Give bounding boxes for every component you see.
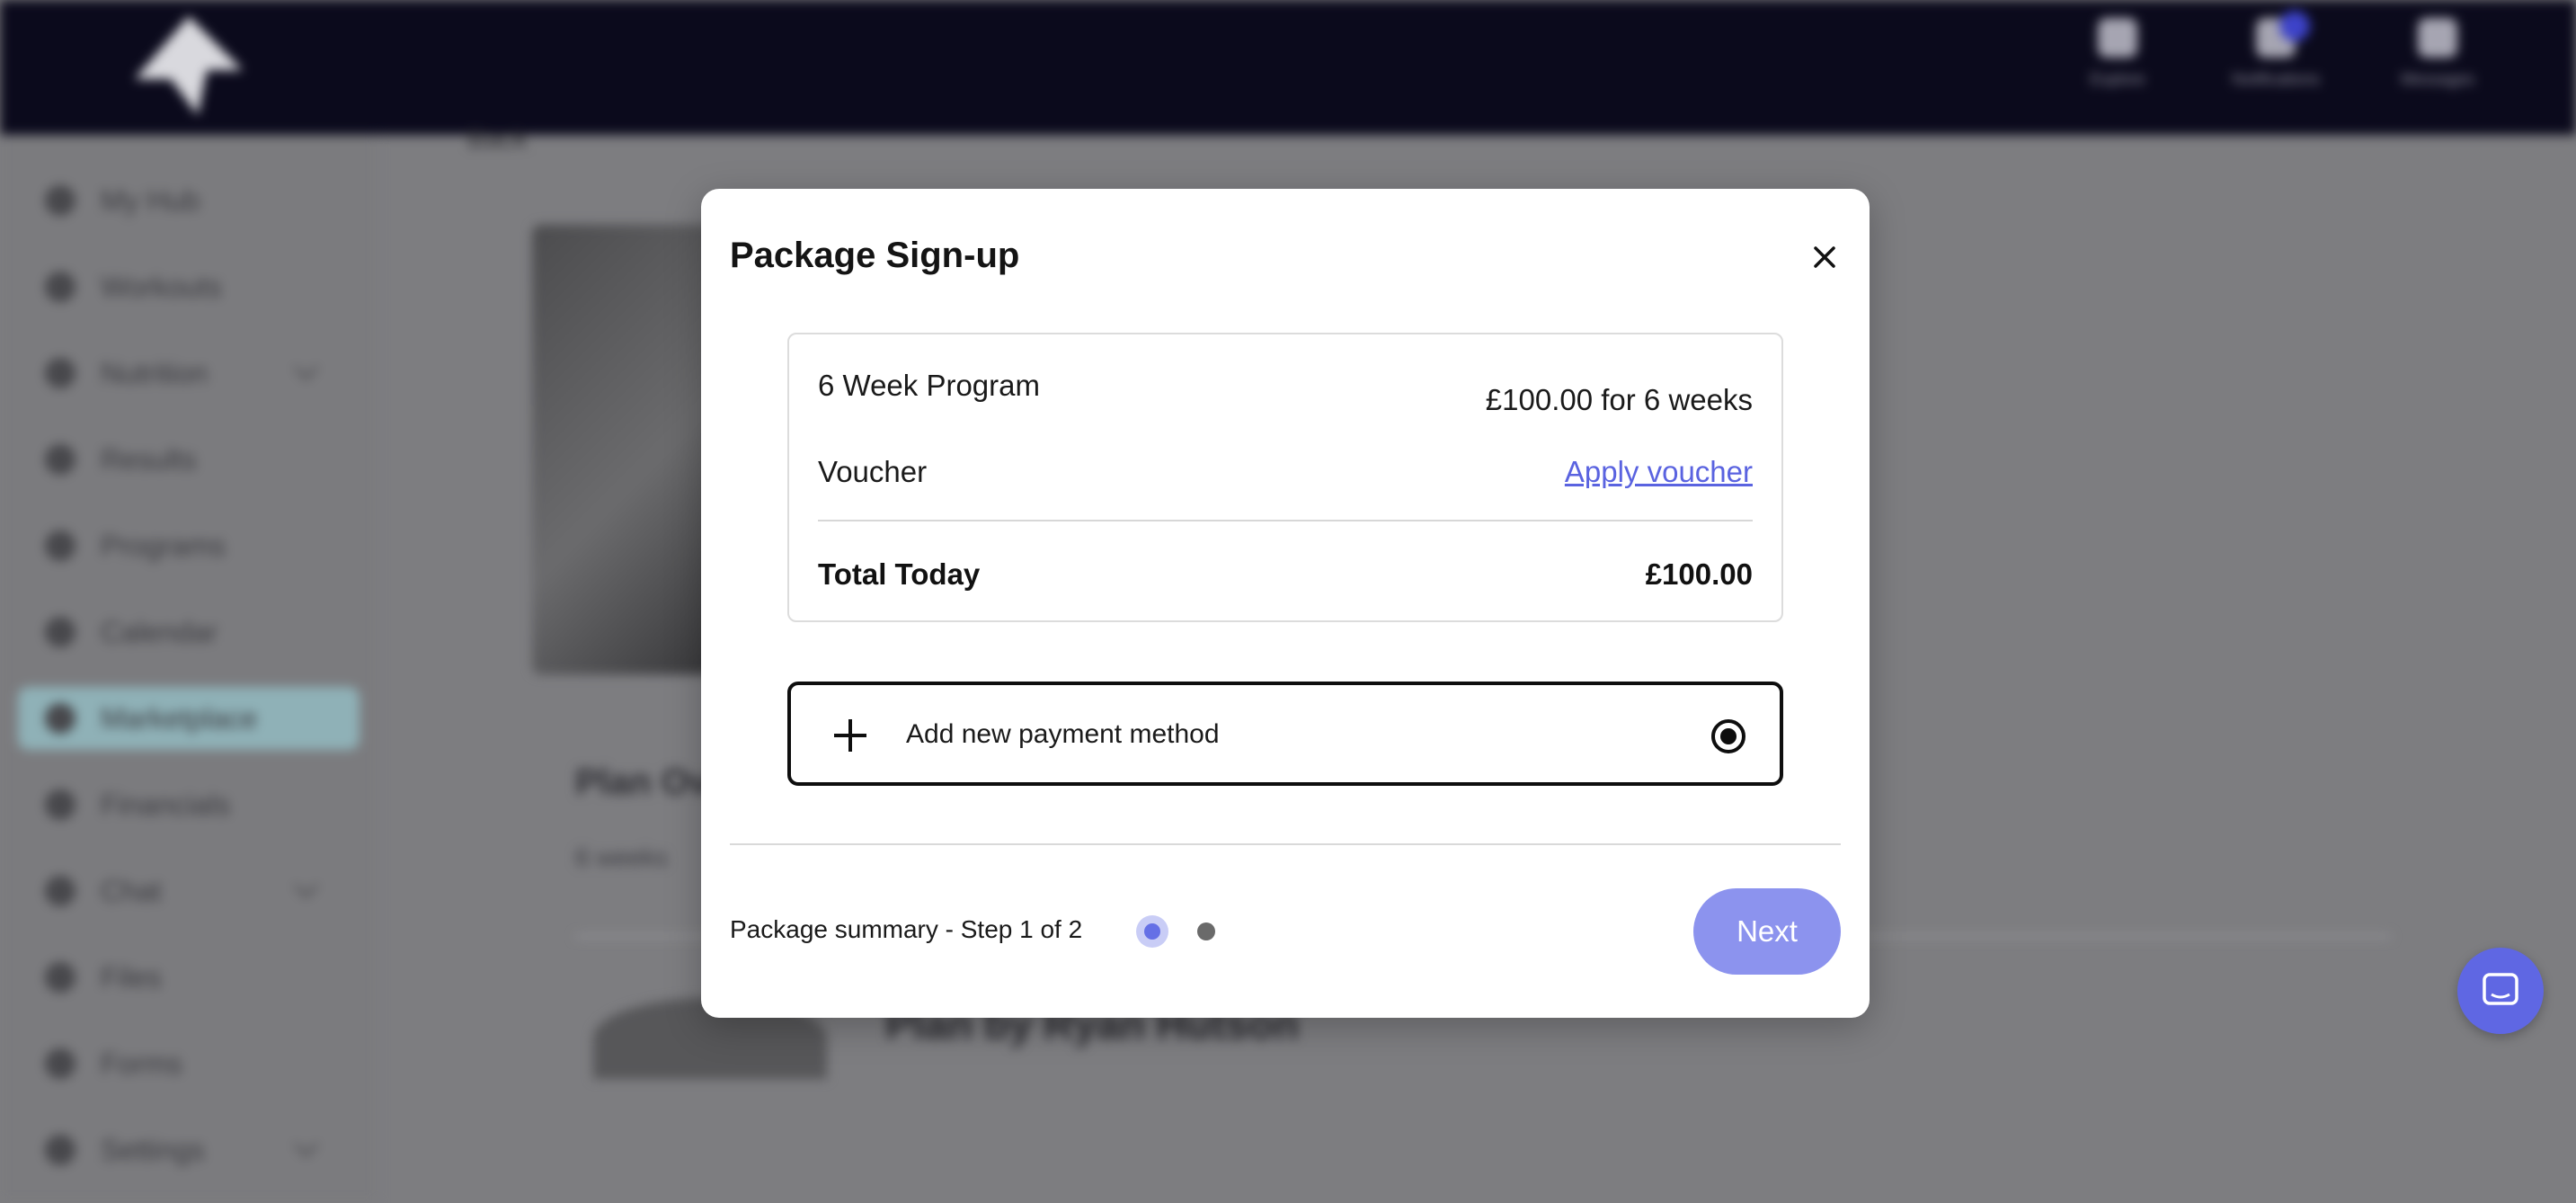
file-icon bbox=[45, 962, 76, 993]
dumbbell-icon bbox=[45, 272, 76, 302]
top-nav-explore[interactable]: Explore bbox=[2055, 18, 2181, 108]
voucher-label: Voucher bbox=[818, 455, 928, 488]
chevron-down-icon bbox=[294, 356, 318, 380]
package-summary-card: 6 Week Program £100.00 for 6 weeks Vouch… bbox=[787, 333, 1783, 622]
close-icon bbox=[1814, 246, 1835, 268]
sidebar-item-nutrition[interactable]: Nutrition bbox=[18, 342, 360, 405]
form-icon bbox=[45, 1048, 76, 1079]
radio-selected-dot bbox=[1720, 728, 1737, 744]
top-nav-notifications[interactable]: Notifications bbox=[2213, 11, 2339, 108]
program-duration: 6 weeks bbox=[575, 843, 668, 871]
sidebar: My Hub Workouts Nutrition Results Progra… bbox=[0, 135, 378, 1203]
messages-icon bbox=[2418, 18, 2457, 58]
wallet-icon bbox=[45, 789, 76, 820]
apply-voucher-link[interactable]: Apply voucher bbox=[1565, 455, 1753, 489]
sidebar-item-workouts[interactable]: Workouts bbox=[18, 255, 360, 318]
calendar-icon bbox=[45, 617, 76, 647]
programs-icon bbox=[45, 530, 76, 561]
marketplace-icon bbox=[45, 703, 76, 734]
sidebar-item-marketplace[interactable]: Marketplace bbox=[18, 687, 360, 750]
nutrition-icon bbox=[45, 358, 76, 388]
step-dot-2 bbox=[1197, 922, 1215, 940]
total-label: Total Today bbox=[818, 557, 981, 591]
top-navigation-bar: Explore Notifications Messages bbox=[0, 0, 2576, 135]
add-payment-method-option[interactable]: Add new payment method bbox=[787, 682, 1783, 786]
sidebar-item-calendar[interactable]: Calendar bbox=[18, 601, 360, 664]
chevron-down-icon bbox=[294, 874, 318, 898]
notification-badge bbox=[2279, 11, 2310, 41]
next-button[interactable]: Next bbox=[1693, 888, 1841, 975]
add-payment-method-label: Add new payment method bbox=[906, 719, 1220, 749]
step-dot-1-active bbox=[1136, 915, 1168, 948]
sidebar-item-forms[interactable]: Forms bbox=[18, 1032, 360, 1095]
brand-logo bbox=[135, 16, 243, 115]
total-value: £100.00 bbox=[1645, 557, 1753, 591]
sidebar-item-files[interactable]: Files bbox=[18, 946, 360, 1009]
modal-footer-divider bbox=[730, 843, 1841, 845]
chat-icon bbox=[45, 876, 76, 906]
program-price: £100.00 for 6 weeks bbox=[1485, 383, 1753, 416]
sidebar-item-settings[interactable]: Settings bbox=[18, 1118, 360, 1181]
sidebar-item-chat[interactable]: Chat bbox=[18, 860, 360, 922]
gear-icon bbox=[45, 1135, 76, 1165]
chevron-down-icon bbox=[294, 1133, 318, 1157]
top-nav-messages[interactable]: Messages bbox=[2375, 18, 2500, 108]
step-indicator-text: Package summary - Step 1 of 2 bbox=[730, 915, 1083, 943]
home-icon bbox=[45, 185, 76, 216]
results-icon bbox=[45, 444, 76, 475]
step-dot-1-inner bbox=[1144, 923, 1160, 940]
sidebar-item-financials[interactable]: Financials bbox=[18, 773, 360, 836]
sidebar-item-my-hub[interactable]: My Hub bbox=[18, 169, 360, 232]
plus-icon bbox=[834, 719, 866, 752]
package-signup-modal: Package Sign-up 6 Week Program £100.00 f… bbox=[701, 189, 1870, 1018]
back-link[interactable]: Back bbox=[467, 124, 528, 155]
chat-launcher-button[interactable] bbox=[2457, 948, 2544, 1034]
modal-title: Package Sign-up bbox=[730, 236, 1020, 275]
sidebar-item-programs[interactable]: Programs bbox=[18, 514, 360, 577]
payment-method-radio[interactable] bbox=[1711, 719, 1745, 753]
sidebar-item-results[interactable]: Results bbox=[18, 428, 360, 491]
chat-bubble-icon bbox=[2483, 973, 2518, 1005]
profile-icon bbox=[2098, 18, 2137, 58]
program-name: 6 Week Program bbox=[818, 369, 1040, 402]
close-button[interactable] bbox=[1807, 239, 1843, 275]
summary-divider bbox=[818, 520, 1753, 521]
